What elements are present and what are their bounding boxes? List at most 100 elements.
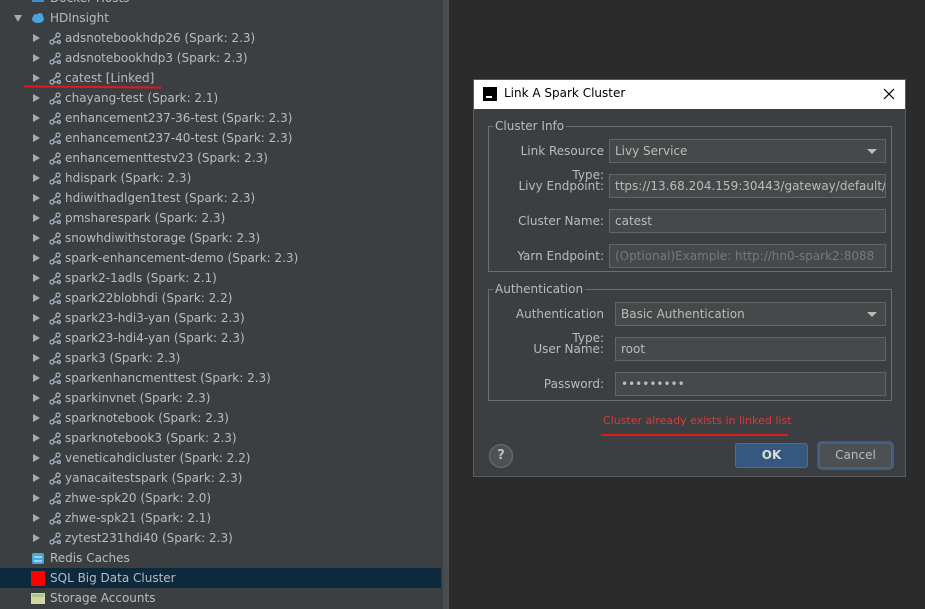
expand-arrow-right-icon[interactable] bbox=[33, 374, 40, 382]
dialog-titlebar[interactable]: Link A Spark Cluster bbox=[474, 80, 905, 109]
tree-item[interactable]: SQL Big Data Cluster bbox=[0, 568, 441, 588]
tree-item[interactable]: zhwe-spk21 (Spark: 2.1) bbox=[0, 508, 441, 528]
tree-item[interactable]: hdiwithadlgen1test (Spark: 2.3) bbox=[0, 188, 441, 208]
expand-arrow-right-icon[interactable] bbox=[33, 234, 40, 242]
auth-type-select[interactable]: Basic Authentication bbox=[615, 302, 886, 326]
expand-arrow-right-icon[interactable] bbox=[33, 174, 40, 182]
tree-item[interactable]: adsnotebookhdp3 (Spark: 2.3) bbox=[0, 48, 441, 68]
yarn-endpoint-label: Yarn Endpoint: bbox=[517, 249, 604, 263]
expand-arrow-right-icon[interactable] bbox=[33, 474, 40, 482]
tree-item[interactable]: hdispark (Spark: 2.3) bbox=[0, 168, 441, 188]
expand-arrow-right-icon[interactable] bbox=[33, 514, 40, 522]
tree-item[interactable]: sparkinvnet (Spark: 2.3) bbox=[0, 388, 441, 408]
yarn-endpoint-input[interactable]: (Optional)Example: http://hn0-spark2:808… bbox=[609, 244, 886, 268]
expand-arrow-right-icon[interactable] bbox=[33, 354, 40, 362]
expand-arrow-right-icon[interactable] bbox=[33, 94, 40, 102]
tree-item-label: Docker Hosts bbox=[50, 0, 129, 8]
tree-item[interactable]: spark3 (Spark: 2.3) bbox=[0, 348, 441, 368]
tree-item[interactable]: spark23-hdi4-yan (Spark: 2.3) bbox=[0, 328, 441, 348]
tree-item[interactable]: sparknotebook3 (Spark: 2.3) bbox=[0, 428, 441, 448]
hdinsight-cloud-icon bbox=[31, 10, 45, 26]
expand-arrow-right-icon[interactable] bbox=[33, 134, 40, 142]
expand-arrow-right-icon[interactable] bbox=[33, 294, 40, 302]
cancel-button[interactable]: Cancel bbox=[819, 443, 892, 468]
close-icon bbox=[883, 88, 895, 100]
expand-arrow-right-icon[interactable] bbox=[33, 274, 40, 282]
help-button[interactable]: ? bbox=[489, 444, 513, 468]
storage-icon bbox=[31, 590, 45, 606]
close-button[interactable] bbox=[879, 84, 899, 104]
tree-item-label: yanacaitestspark (Spark: 2.3) bbox=[65, 471, 243, 485]
tree-item-label: zhwe-spk21 (Spark: 2.1) bbox=[65, 511, 212, 525]
expand-arrow-right-icon[interactable] bbox=[33, 394, 40, 402]
expand-arrow-right-icon[interactable] bbox=[33, 254, 40, 262]
link-resource-type-value: Livy Service bbox=[615, 144, 688, 158]
expand-arrow-right-icon[interactable] bbox=[33, 434, 40, 442]
tree-item-label: adsnotebookhdp3 (Spark: 2.3) bbox=[65, 51, 248, 65]
tree-item[interactable]: HDInsight bbox=[0, 8, 441, 28]
tree-item[interactable]: veneticahdicluster (Spark: 2.2) bbox=[0, 448, 441, 468]
tree-item[interactable]: pmsharespark (Spark: 2.3) bbox=[0, 208, 441, 228]
cluster-info-group-title: Cluster Info bbox=[493, 118, 567, 134]
tree-item[interactable]: zhwe-spk20 (Spark: 2.0) bbox=[0, 488, 441, 508]
tree-item[interactable]: snowhdiwithstorage (Spark: 2.3) bbox=[0, 228, 441, 248]
tree-item[interactable]: sparkenhancmenttest (Spark: 2.3) bbox=[0, 368, 441, 388]
auth-type-value: Basic Authentication bbox=[621, 307, 745, 321]
tree-item[interactable]: spark22blobhdi (Spark: 2.2) bbox=[0, 288, 441, 308]
tree-item[interactable]: yanacaitestspark (Spark: 2.3) bbox=[0, 468, 441, 488]
expand-arrow-right-icon[interactable] bbox=[33, 214, 40, 222]
expand-arrow-right-icon[interactable] bbox=[33, 334, 40, 342]
expand-arrow-right-icon[interactable] bbox=[33, 194, 40, 202]
expand-arrow-right-icon[interactable] bbox=[33, 54, 40, 62]
tree-item-label: SQL Big Data Cluster bbox=[50, 571, 176, 585]
intellij-app-icon bbox=[483, 87, 497, 101]
tree-item[interactable]: spark-enhancement-demo (Spark: 2.3) bbox=[0, 248, 441, 268]
tree-item-label: Redis Caches bbox=[50, 551, 130, 565]
spark-cluster-icon bbox=[48, 410, 62, 426]
livy-endpoint-input[interactable]: ttps://13.68.204.159:30443/gateway/defau… bbox=[609, 174, 886, 198]
expand-arrow-right-icon[interactable] bbox=[33, 494, 40, 502]
tree-item[interactable]: sparknotebook (Spark: 2.3) bbox=[0, 408, 441, 428]
tree-item-label: HDInsight bbox=[50, 11, 109, 25]
expand-arrow-right-icon[interactable] bbox=[33, 314, 40, 322]
expand-arrow-right-icon[interactable] bbox=[33, 414, 40, 422]
tree-item-label: pmsharespark (Spark: 2.3) bbox=[65, 211, 226, 225]
expand-arrow-right-icon[interactable] bbox=[33, 114, 40, 122]
expand-arrow-right-icon[interactable] bbox=[33, 34, 40, 42]
tree-item[interactable]: enhancement237-40-test (Spark: 2.3) bbox=[0, 128, 441, 148]
tree-item-label: hdispark (Spark: 2.3) bbox=[65, 171, 192, 185]
tree-item[interactable]: enhancementtestv23 (Spark: 2.3) bbox=[0, 148, 441, 168]
tree-item[interactable]: spark2-1adls (Spark: 2.1) bbox=[0, 268, 441, 288]
tree-item[interactable]: zytest231hdi40 (Spark: 2.3) bbox=[0, 528, 441, 548]
tree-item-label: spark2-1adls (Spark: 2.1) bbox=[65, 271, 217, 285]
tree-item-label: adsnotebookhdp26 (Spark: 2.3) bbox=[65, 31, 256, 45]
dialog-title: Link A Spark Cluster bbox=[504, 86, 626, 100]
tree-item-label: enhancement237-36-test (Spark: 2.3) bbox=[65, 111, 293, 125]
tree-item[interactable]: spark23-hdi3-yan (Spark: 2.3) bbox=[0, 308, 441, 328]
spark-cluster-icon bbox=[48, 330, 62, 346]
tree-item[interactable]: chayang-test (Spark: 2.1) bbox=[0, 88, 441, 108]
expand-arrow-right-icon[interactable] bbox=[33, 454, 40, 462]
spark-cluster-icon bbox=[48, 170, 62, 186]
expand-arrow-down-icon[interactable] bbox=[14, 15, 22, 22]
tree-item[interactable]: Redis Caches bbox=[0, 548, 441, 568]
password-input[interactable]: ••••••••• bbox=[615, 372, 886, 396]
expand-arrow-right-icon[interactable] bbox=[33, 74, 40, 82]
user-name-input[interactable]: root bbox=[615, 337, 886, 361]
tree-item-label: sparknotebook3 (Spark: 2.3) bbox=[65, 431, 237, 445]
password-label: Password: bbox=[543, 377, 604, 391]
chevron-down-icon bbox=[867, 149, 877, 154]
spark-cluster-icon bbox=[48, 210, 62, 226]
tree-item[interactable]: enhancement237-36-test (Spark: 2.3) bbox=[0, 108, 441, 128]
tree-item[interactable]: Storage Accounts bbox=[0, 588, 441, 608]
tree-item-label: sparkinvnet (Spark: 2.3) bbox=[65, 391, 211, 405]
expand-arrow-right-icon[interactable] bbox=[33, 534, 40, 542]
link-resource-type-select[interactable]: Livy Service bbox=[609, 139, 886, 163]
ok-button[interactable]: OK bbox=[735, 443, 808, 468]
tree-item[interactable]: Docker Hosts bbox=[0, 0, 441, 8]
spark-cluster-icon bbox=[48, 250, 62, 266]
tree-item[interactable]: adsnotebookhdp26 (Spark: 2.3) bbox=[0, 28, 441, 48]
cluster-name-input[interactable]: catest bbox=[609, 209, 886, 233]
tree-item-label: spark-enhancement-demo (Spark: 2.3) bbox=[65, 251, 299, 265]
expand-arrow-right-icon[interactable] bbox=[33, 154, 40, 162]
